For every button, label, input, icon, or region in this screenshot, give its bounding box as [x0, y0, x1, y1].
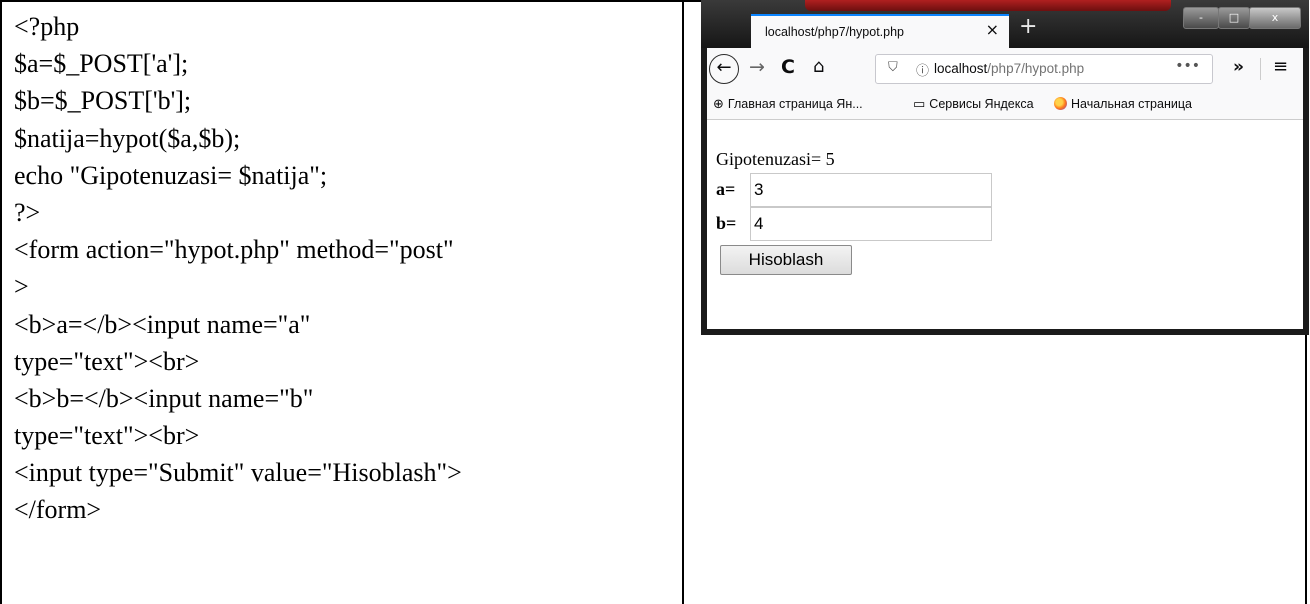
code-line: <b>a=</b><input name="a" [14, 309, 311, 339]
code-line: $natija=hypot($a,$b); [14, 123, 241, 153]
input-a-box [750, 173, 992, 207]
bookmark-label: Сервисы Яндекса [929, 97, 1034, 111]
title-bar-accent [805, 0, 1171, 11]
reload-icon[interactable]: C [781, 56, 795, 78]
firefox-icon [1054, 97, 1067, 110]
globe-icon: ⊕ [713, 97, 724, 112]
code-listing: <?php $a=$_POST['a']; $b=$_POST['b']; $n… [14, 8, 674, 529]
minimize-button[interactable]: - [1183, 7, 1219, 29]
code-line: $b=$_POST['b']; [14, 86, 192, 116]
tab-hypot[interactable]: localhost/php7/hypot.php × [751, 14, 1009, 48]
code-line: <?php [14, 12, 80, 41]
maximize-button[interactable]: □ [1218, 7, 1250, 29]
input-a[interactable] [751, 174, 987, 200]
code-line: type="text"><br> [14, 346, 200, 376]
tab-title: localhost/php7/hypot.php [765, 25, 904, 39]
menu-icon[interactable]: ≡ [1273, 56, 1288, 77]
bookmark-label: Начальная страница [1071, 97, 1192, 111]
url-host: localhost [934, 61, 988, 76]
close-tab-icon[interactable]: × [986, 20, 999, 39]
folder-icon: ▭ [913, 97, 926, 112]
code-line: <form action="hypot.php" method="post" [14, 235, 454, 265]
code-line: <input type="Submit" value="Hisoblash"> [14, 458, 462, 488]
page-content: Gipotenuzasi= 5 a= b= Hisoblash [707, 120, 1303, 329]
code-line: type="text"><br> [14, 421, 200, 451]
navigation-toolbar: ← → C ⌂ ⛉ ⓘ localhost/php7/hypot.php •••… [707, 48, 1303, 90]
bookmark-start-page[interactable]: Начальная страница [1054, 97, 1192, 111]
bookmark-yandex-home[interactable]: ⊕ Главная страница Ян... [713, 97, 863, 112]
url-text[interactable]: localhost/php7/hypot.php [934, 61, 1084, 76]
back-icon[interactable]: ← [709, 54, 739, 84]
code-line: ?> [14, 197, 41, 227]
info-icon[interactable]: ⓘ [916, 60, 929, 79]
url-path: /php7/hypot.php [987, 61, 1085, 76]
code-line: > [14, 272, 29, 302]
address-bar[interactable]: ⛉ ⓘ localhost/php7/hypot.php ••• [875, 54, 1213, 84]
new-tab-icon[interactable]: + [1019, 14, 1037, 39]
shield-icon[interactable]: ⛉ [888, 60, 898, 75]
browser-window: localhost/php7/hypot.php × + - □ x ← → C… [701, 0, 1309, 335]
overflow-icon[interactable]: » [1233, 57, 1244, 77]
code-line: <b>b=</b><input name="b" [14, 383, 314, 413]
label-a: a= [716, 179, 736, 199]
bookmarks-toolbar: ⊕ Главная страница Ян... ▭ Сервисы Яндекса… [707, 90, 1303, 120]
code-line: $a=$_POST['a']; [14, 49, 189, 79]
home-icon[interactable]: ⌂ [813, 56, 824, 77]
result-text: Gipotenuzasi= 5 [716, 149, 835, 169]
forward-icon[interactable]: → [749, 56, 765, 78]
bookmark-label: Главная страница Ян... [727, 97, 863, 111]
code-line: echo "Gipotenuzasi= $natija"; [14, 160, 328, 190]
input-b-box [750, 207, 992, 241]
input-b[interactable] [751, 208, 987, 234]
title-bar: localhost/php7/hypot.php × + - □ x [701, 0, 1309, 48]
bookmark-yandex-services[interactable]: ▭ Сервисы Яндекса [913, 97, 1034, 112]
toolbar-separator [1260, 58, 1261, 80]
hisoblash-button[interactable]: Hisoblash [720, 245, 852, 275]
code-line: </form> [14, 495, 102, 525]
label-b: b= [716, 213, 737, 233]
page-actions-icon[interactable]: ••• [1175, 58, 1200, 74]
column-divider [682, 0, 684, 604]
close-window-button[interactable]: x [1249, 7, 1301, 29]
